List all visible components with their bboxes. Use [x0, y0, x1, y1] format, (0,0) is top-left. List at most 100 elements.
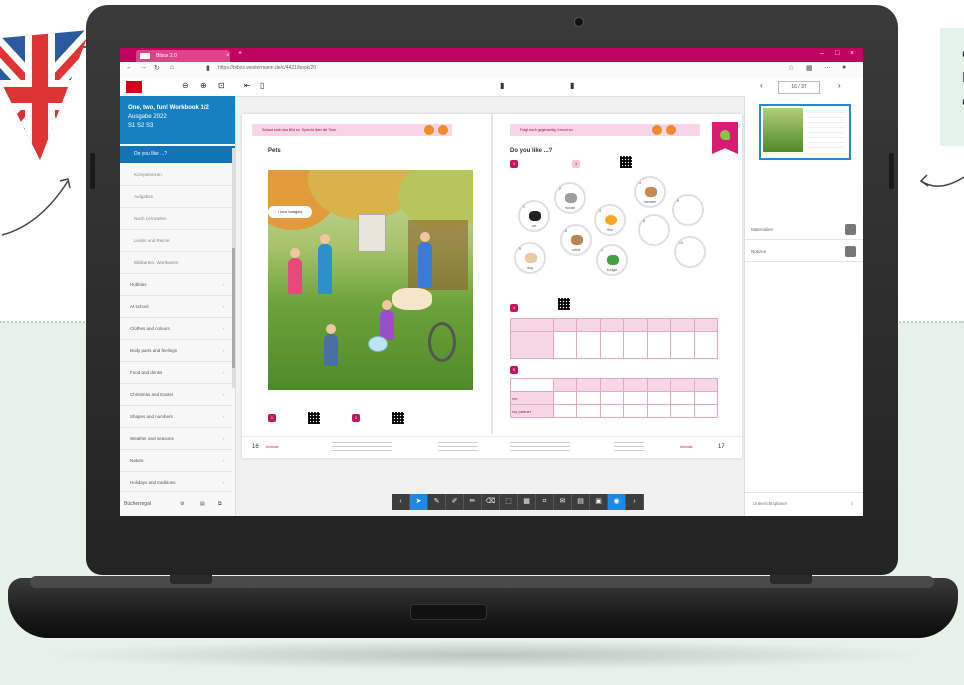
animal-circle[interactable]: 4 hamster: [634, 176, 666, 208]
forward-icon[interactable]: →: [140, 64, 147, 71]
sidebar-item[interactable]: Christmas and Easter ›: [120, 384, 232, 406]
grid-cell[interactable]: [552, 404, 578, 418]
sidebar-scrollbar[interactable]: [232, 148, 235, 388]
pages-icon[interactable]: ▯: [260, 81, 264, 90]
prev-page-icon[interactable]: ‹: [760, 81, 763, 90]
sidebar-subitem[interactable]: Aufgaben: [120, 186, 235, 208]
animal-circle[interactable]: 3 fish: [594, 204, 626, 236]
sidebar-toggle-icon[interactable]: ⇤: [244, 81, 251, 90]
new-tab-icon[interactable]: +: [238, 50, 242, 57]
grid-cell[interactable]: [552, 391, 578, 405]
eye-tool-icon[interactable]: ◉: [608, 494, 626, 510]
grid-cell[interactable]: [623, 404, 648, 418]
pen-tool-icon[interactable]: ✎: [428, 494, 446, 510]
sidebar-item[interactable]: Weather and seasons ›: [120, 428, 232, 450]
qr-code-icon[interactable]: [620, 156, 632, 168]
export-icon[interactable]: ⧉: [218, 492, 222, 516]
sidebar-item[interactable]: Body parts and feelings ›: [120, 340, 232, 362]
grid-cell[interactable]: [599, 404, 625, 418]
grid-cell[interactable]: [646, 391, 672, 405]
audio-icon[interactable]: [666, 125, 676, 135]
reload-icon[interactable]: ↻: [154, 64, 160, 72]
bookmark-icon[interactable]: ▮: [570, 81, 574, 90]
pointer-tool-icon[interactable]: ➤: [410, 494, 428, 510]
sidebar-item[interactable]: Food and drinks ›: [120, 362, 232, 384]
grid-cell[interactable]: [552, 331, 578, 359]
sidebar-item[interactable]: Clothes and colours ›: [120, 318, 232, 340]
next-page-icon[interactable]: ›: [838, 81, 841, 90]
sidebar-subitem[interactable]: Bildkarten, Wortkarten: [120, 252, 235, 274]
marker-tool-icon[interactable]: ✐: [446, 494, 464, 510]
sidebar-item[interactable]: Shapes and numbers ›: [120, 406, 232, 428]
extensions-icon[interactable]: ▦: [806, 64, 813, 72]
audio-icon[interactable]: [652, 125, 662, 135]
settings-icon[interactable]: ⚙: [180, 492, 184, 516]
sidebar-subitem[interactable]: Nach Lernzielen: [120, 208, 235, 230]
page-indicator[interactable]: 16 / 37: [778, 81, 820, 94]
page-thumbnail[interactable]: [759, 104, 851, 160]
expand-icon[interactable]: [845, 246, 856, 257]
fit-icon[interactable]: ⊡: [218, 81, 225, 90]
settings-icon[interactable]: ⋯: [824, 64, 831, 72]
zoom-out-icon[interactable]: ⊖: [182, 81, 189, 90]
grid-cell[interactable]: [646, 404, 672, 418]
close-icon[interactable]: ×: [226, 50, 230, 62]
home-icon[interactable]: ⌂: [170, 64, 174, 71]
expand-icon[interactable]: [845, 224, 856, 235]
bookmark-icon[interactable]: ▮: [500, 81, 504, 90]
next-tool-icon[interactable]: ›: [626, 494, 644, 510]
note-tool-icon[interactable]: ✉: [554, 494, 572, 510]
animal-circle[interactable]: 7 budgie: [596, 244, 628, 276]
maximize-icon[interactable]: □: [835, 50, 839, 57]
qr-code-icon[interactable]: [308, 412, 320, 424]
animal-circle[interactable]: 10: [674, 236, 706, 268]
close-window-icon[interactable]: ×: [850, 50, 854, 57]
animal-circle[interactable]: 6 rabbit: [560, 224, 592, 256]
grid-cell[interactable]: [576, 404, 601, 418]
panel-row[interactable]: Materialien: [745, 220, 863, 240]
qr-code-icon[interactable]: [392, 412, 404, 424]
planner-link[interactable]: Unterrichtsplaner: [753, 501, 787, 506]
panel-row[interactable]: Notizen: [745, 242, 863, 262]
sidebar-item[interactable]: Hobbies ›: [120, 274, 232, 296]
grid-cell[interactable]: [670, 331, 695, 359]
grid-cell[interactable]: [599, 391, 625, 405]
profile-icon[interactable]: ●: [842, 64, 846, 71]
sidebar-item[interactable]: At school ›: [120, 296, 232, 318]
minimize-icon[interactable]: –: [820, 50, 824, 57]
layers-tool-icon[interactable]: ▤: [572, 494, 590, 510]
pencil-tool-icon[interactable]: ✏: [464, 494, 482, 510]
bookshelf-link[interactable]: Bücherregal: [124, 501, 151, 507]
back-icon[interactable]: ←: [126, 64, 133, 71]
animal-circle[interactable]: 8: [638, 214, 670, 246]
grid-cell[interactable]: [693, 404, 719, 418]
grid-cell[interactable]: [623, 391, 648, 405]
sidebar-item[interactable]: Holidays and traditions ›: [120, 472, 232, 492]
cover-tool-icon[interactable]: ▣: [590, 494, 608, 510]
grid-cell[interactable]: [646, 331, 672, 359]
url-field[interactable]: https://bibox.westermann.de/c/4421/book/…: [218, 65, 316, 71]
print-icon[interactable]: ▤: [200, 492, 205, 516]
upload-icon[interactable]: ⇪: [850, 493, 854, 515]
grid-cell[interactable]: [693, 331, 719, 359]
animal-circle[interactable]: 9: [672, 194, 704, 226]
animal-circle[interactable]: 1 cat: [518, 200, 550, 232]
zoom-in-icon[interactable]: ⊕: [200, 81, 207, 90]
grid-cell[interactable]: [576, 331, 601, 359]
grid-cell[interactable]: [576, 391, 601, 405]
sidebar-subitem[interactable]: Kompetenzen: [120, 164, 235, 186]
sidebar-item[interactable]: Nature ›: [120, 450, 232, 472]
animal-circle[interactable]: 2 mouse: [554, 182, 586, 214]
audio-icon[interactable]: [438, 125, 448, 135]
audio-icon[interactable]: [424, 125, 434, 135]
sidebar-item-selected[interactable]: Do you like ...?: [120, 146, 235, 163]
sidebar-subitem[interactable]: Lieder und Reime: [120, 230, 235, 252]
eraser-tool-icon[interactable]: ⌫: [482, 494, 500, 510]
star-icon[interactable]: ☆: [788, 64, 794, 72]
qr-code-icon[interactable]: [558, 298, 570, 310]
grid-cell[interactable]: [599, 331, 625, 359]
grid-cell[interactable]: [670, 391, 695, 405]
animal-circle[interactable]: 5 dog: [514, 242, 546, 274]
ruler-tool-icon[interactable]: ⌗: [536, 494, 554, 510]
select-tool-icon[interactable]: ⬚: [500, 494, 518, 510]
